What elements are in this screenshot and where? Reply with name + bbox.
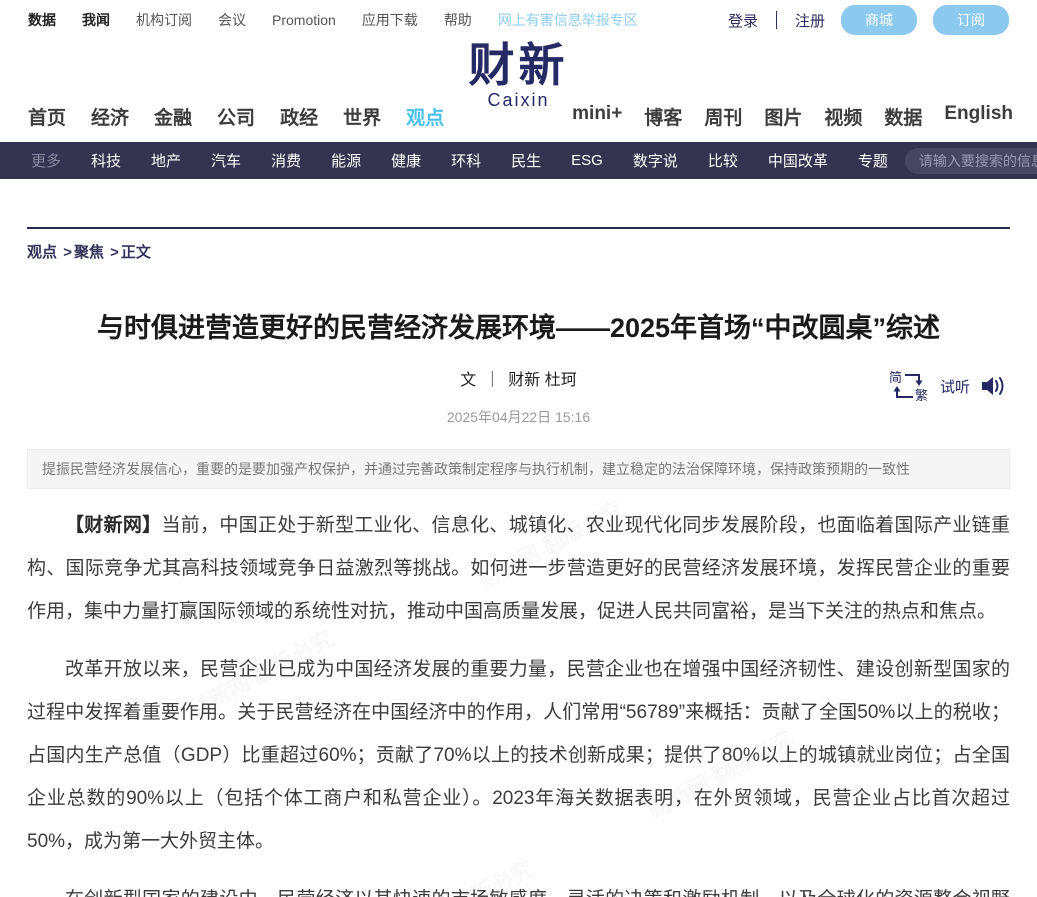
sub-nav-bar: 更多 科技 地产 汽车 消费 能源 健康 环科 民生 ESG 数字说 比较 中国… <box>0 142 1037 179</box>
site-header: 财新 Caixin 首页 经济 金融 公司 政经 世界 观点 mini+ 博客 … <box>0 40 1037 142</box>
nav-opinion-active[interactable]: 观点 <box>406 103 444 130</box>
breadcrumb-separator: > <box>110 244 119 261</box>
main-nav-right: mini+ 博客 周刊 图片 视频 数据 English <box>572 103 1013 130</box>
article-title: 与时俱进营造更好的民营经济发展环境——2025年首场“中改圆桌”综述 <box>27 306 1010 345</box>
subnav-property[interactable]: 地产 <box>148 150 184 171</box>
article-tools: 简 繁 试听 <box>888 369 1006 403</box>
subnav-esg[interactable]: ESG <box>568 152 606 169</box>
nav-photos[interactable]: 图片 <box>764 103 802 130</box>
subnav-energy[interactable]: 能源 <box>328 150 364 171</box>
source-tag: 【财新网】 <box>65 515 161 536</box>
toplink-report-harmful-info[interactable]: 网上有害信息举报专区 <box>498 10 638 30</box>
nav-world[interactable]: 世界 <box>343 103 381 130</box>
subnav-tech[interactable]: 科技 <box>88 150 124 171</box>
nav-companies[interactable]: 公司 <box>217 103 255 130</box>
toplink-institution-subscribe[interactable]: 机构订阅 <box>136 10 192 30</box>
login-link[interactable]: 登录 <box>728 10 758 31</box>
subnav-special-topics[interactable]: 专题 <box>855 150 891 171</box>
subnav-consumer[interactable]: 消费 <box>268 150 304 171</box>
byline: 文 ｜ 财新 杜珂 <box>27 369 1010 393</box>
paragraph-3-text: 在创新型国家的建设中，民营经济以其快速的市场敏感度、灵活的决策和激励机制，以及全… <box>27 889 1010 897</box>
toplink-data[interactable]: 数据 <box>28 10 56 30</box>
nav-data[interactable]: 数据 <box>884 103 922 130</box>
subnav-datagraphics[interactable]: 数字说 <box>630 150 681 171</box>
byline-prefix: 文 <box>460 372 476 389</box>
article-content: 观点 >聚焦 >正文 与时俱进营造更好的民营经济发展环境——2025年首场“中改… <box>0 227 1037 897</box>
listen-label[interactable]: 试听 <box>940 376 970 397</box>
top-utility-bar: 数据 我闻 机构订阅 会议 Promotion 应用下载 帮助 网上有害信息举报… <box>0 0 1037 40</box>
mall-button[interactable]: 商城 <box>841 5 917 35</box>
subnav-more[interactable]: 更多 <box>28 150 64 171</box>
article-summary: 提振民营经济发展信心，重要的是要加强产权保护，并通过完善政策制定程序与执行机制，… <box>27 449 1010 489</box>
toplink-app-download[interactable]: 应用下载 <box>362 10 418 30</box>
subnav-health[interactable]: 健康 <box>388 150 424 171</box>
nav-home[interactable]: 首页 <box>28 103 66 130</box>
simplified-traditional-toggle-icon[interactable]: 简 繁 <box>888 369 930 403</box>
paragraph-1-text: 当前，中国正处于新型工业化、信息化、城镇化、农业现代化同步发展阶段，也面临着国际… <box>27 515 1010 622</box>
simplified-char: 简 <box>889 370 902 385</box>
subnav-comparison[interactable]: 比较 <box>705 150 741 171</box>
main-nav-left: 首页 经济 金融 公司 政经 世界 观点 <box>28 103 444 130</box>
article-body: 【财新网】当前，中国正处于新型工业化、信息化、城镇化、农业现代化同步发展阶段，也… <box>27 504 1010 897</box>
auth-divider <box>776 11 777 29</box>
toplink-conference[interactable]: 会议 <box>218 10 246 30</box>
paragraph-2-text: 改革开放以来，民营企业已成为中国经济发展的重要力量，民营企业也在增强中国经济韧性… <box>27 659 1010 852</box>
caixin-logo[interactable]: 财新 Caixin <box>469 42 569 110</box>
logo-chinese: 财新 <box>469 42 569 90</box>
paragraph-2: 改革开放以来，民营企业已成为中国经济发展的重要力量，民营企业也在增强中国经济韧性… <box>27 648 1010 863</box>
nav-economy[interactable]: 经济 <box>91 103 129 130</box>
toplink-wowen[interactable]: 我闻 <box>82 10 110 30</box>
breadcrumb: 观点 >聚焦 >正文 <box>27 241 1010 262</box>
breadcrumb-current: 正文 <box>121 244 151 261</box>
byline-separator: ｜ <box>484 372 500 389</box>
subnav-china-reform[interactable]: 中国改革 <box>765 150 831 171</box>
subscribe-button[interactable]: 订阅 <box>933 5 1009 35</box>
top-auth-area: 登录 注册 商城 订阅 <box>728 5 1009 35</box>
top-links: 数据 我闻 机构订阅 会议 Promotion 应用下载 帮助 网上有害信息举报… <box>28 10 638 30</box>
subnav-environment[interactable]: 环科 <box>448 150 484 171</box>
toplink-promotion[interactable]: Promotion <box>272 12 336 28</box>
subnav-auto[interactable]: 汽车 <box>208 150 244 171</box>
speaker-icon[interactable] <box>980 375 1006 397</box>
nav-finance[interactable]: 金融 <box>154 103 192 130</box>
content-divider <box>27 227 1010 229</box>
toplink-help[interactable]: 帮助 <box>444 10 472 30</box>
paragraph-3: 在创新型国家的建设中，民营经济以其快速的市场敏感度、灵活的决策和激励机制，以及全… <box>27 878 1010 897</box>
traditional-char: 繁 <box>915 388 928 403</box>
nav-english[interactable]: English <box>944 103 1013 130</box>
register-link[interactable]: 注册 <box>795 10 825 31</box>
breadcrumb-focus[interactable]: 聚焦 <box>74 244 104 261</box>
nav-mini[interactable]: mini+ <box>572 103 622 130</box>
nav-politics[interactable]: 政经 <box>280 103 318 130</box>
subnav-livelihood[interactable]: 民生 <box>508 150 544 171</box>
nav-video[interactable]: 视频 <box>824 103 862 130</box>
publish-date: 2025年04月22日 15:16 <box>27 407 1010 427</box>
nav-blog[interactable]: 博客 <box>644 103 682 130</box>
byline-row: 文 ｜ 财新 杜珂 简 繁 试听 <box>27 369 1010 405</box>
author-name[interactable]: 财新 杜珂 <box>508 372 576 389</box>
search-input[interactable] <box>905 148 1037 174</box>
nav-weekly[interactable]: 周刊 <box>704 103 742 130</box>
paragraph-1: 【财新网】当前，中国正处于新型工业化、信息化、城镇化、农业现代化同步发展阶段，也… <box>27 504 1010 633</box>
breadcrumb-opinion[interactable]: 观点 <box>27 244 57 261</box>
breadcrumb-separator: > <box>63 244 72 261</box>
main-nav: 首页 经济 金融 公司 政经 世界 观点 mini+ 博客 周刊 图片 视频 数… <box>28 103 1013 130</box>
